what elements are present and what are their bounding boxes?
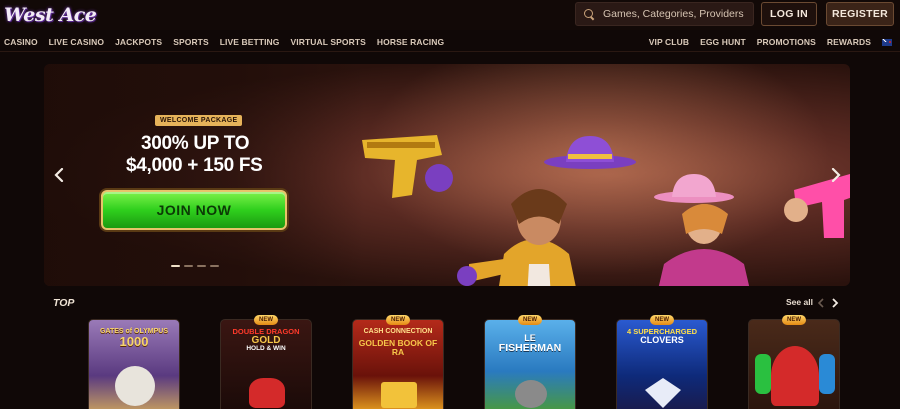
banner-dot[interactable]	[184, 265, 193, 267]
game-tile[interactable]	[748, 319, 840, 409]
carousel-prev-icon[interactable]	[817, 298, 825, 308]
logo[interactable]: West Ace	[4, 2, 97, 28]
login-button[interactable]: LOG IN	[761, 2, 817, 26]
search-input[interactable]	[603, 8, 753, 20]
game-subtitle: HOLD & WIN	[246, 345, 286, 353]
nav-promotions[interactable]: PROMOTIONS	[757, 37, 816, 47]
new-badge: NEW	[782, 315, 806, 325]
raccoon-icon	[515, 380, 547, 408]
nav-sports[interactable]: SPORTS	[173, 37, 209, 47]
nav-rewards[interactable]: REWARDS	[827, 37, 871, 47]
new-badge: NEW	[254, 315, 278, 325]
banner-dot[interactable]	[197, 265, 206, 267]
game-title-line2: CLOVERS	[640, 334, 684, 345]
search-icon	[584, 8, 595, 20]
banner-headline-line2: $4,000 + 150 FS	[126, 155, 263, 176]
header: West Ace LOG IN REGISTER	[0, 0, 900, 30]
language-flag-icon[interactable]	[882, 38, 892, 46]
banner-dot[interactable]	[210, 265, 219, 267]
train-icon	[771, 346, 819, 406]
banner-prev-arrow-icon[interactable]	[54, 168, 64, 182]
nav-virtual-sports[interactable]: VIRTUAL SPORTS	[291, 37, 366, 47]
nav-egg-hunt[interactable]: EGG HUNT	[700, 37, 746, 47]
game-tiles: GATES of OLYMPUS 1000 NEW DOUBLE DRAGON …	[88, 315, 848, 409]
banner-next-arrow-icon[interactable]	[831, 168, 841, 182]
banner-headline-line1: 300% UP TO	[141, 133, 250, 154]
game-title-line2: 1000	[119, 334, 149, 350]
register-button[interactable]: REGISTER	[826, 2, 894, 26]
see-all-link[interactable]: See all	[786, 297, 813, 307]
gold-pistol-icon	[362, 135, 453, 198]
banner-pagination	[171, 265, 219, 267]
game-title-line2: FISHERMAN	[498, 342, 562, 355]
main-nav: CASINO LIVE CASINO JACKPOTS SPORTS LIVE …	[0, 34, 900, 52]
nav-live-betting[interactable]: LIVE BETTING	[220, 37, 280, 47]
new-badge: NEW	[518, 315, 542, 325]
game-tile[interactable]: CASH CONNECTION GOLDEN BOOK OF RA	[352, 319, 444, 409]
new-badge: NEW	[386, 315, 410, 325]
nav-vip-club[interactable]: VIP CLUB	[649, 37, 689, 47]
cowboy-illustration	[457, 189, 576, 286]
search-bar[interactable]	[575, 2, 754, 26]
green-barrel-icon	[755, 354, 771, 394]
pink-cowboy-hat-icon	[654, 174, 734, 203]
nav-casino[interactable]: CASINO	[4, 37, 38, 47]
join-now-button[interactable]: JOIN NOW	[101, 190, 287, 230]
top-section-title: TOP	[53, 297, 75, 309]
game-tile[interactable]: DOUBLE DRAGON GOLD HOLD & WIN	[220, 319, 312, 409]
game-tile[interactable]: LE FISHERMAN	[484, 319, 576, 409]
welcome-package-badge: WELCOME PACKAGE	[155, 115, 243, 126]
blue-barrel-icon	[819, 354, 835, 394]
game-tile[interactable]: GATES of OLYMPUS 1000	[88, 319, 180, 409]
dragon-icon	[249, 378, 285, 408]
carousel-next-icon[interactable]	[831, 298, 839, 308]
nav-jackpots[interactable]: JACKPOTS	[115, 37, 162, 47]
nav-live-casino[interactable]: LIVE CASINO	[49, 37, 104, 47]
diamond-clover-icon	[645, 378, 681, 408]
game-title-line2: GOLDEN BOOK OF RA	[358, 338, 438, 358]
nav-horse-racing[interactable]: HORSE RACING	[377, 37, 444, 47]
banner-dot[interactable]	[171, 265, 180, 267]
golden-book-icon	[381, 382, 417, 408]
logo-text: West Ace	[4, 4, 97, 26]
purple-cowboy-hat-icon	[544, 136, 636, 169]
nav-left: CASINO LIVE CASINO JACKPOTS SPORTS LIVE …	[4, 37, 444, 47]
nav-right: VIP CLUB EGG HUNT PROMOTIONS REWARDS	[649, 37, 892, 47]
new-badge: NEW	[650, 315, 674, 325]
game-tile[interactable]: 4 SUPERCHARGED CLOVERS	[616, 319, 708, 409]
game-title-line1: CASH CONNECTION	[363, 328, 433, 335]
zeus-figure-icon	[115, 366, 155, 406]
